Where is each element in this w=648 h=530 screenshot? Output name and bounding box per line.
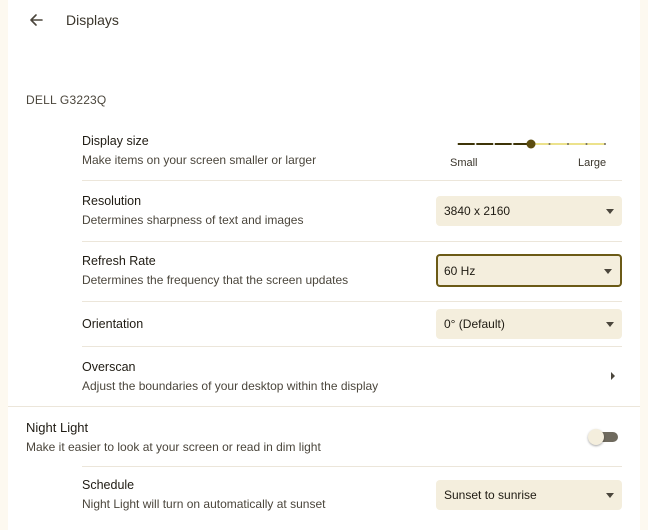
- night-light-subtitle: Make it easier to look at your screen or…: [26, 440, 321, 454]
- settings-panel: Displays DELL G3223Q Display size Make i…: [8, 0, 640, 530]
- divider: [82, 180, 622, 181]
- divider: [82, 241, 622, 242]
- overscan-subtitle: Adjust the boundaries of your desktop wi…: [82, 379, 379, 393]
- divider: [82, 301, 622, 302]
- display-size-subtitle: Make items on your screen smaller or lar…: [82, 153, 317, 167]
- slider-min-label: Small: [450, 157, 478, 169]
- dropdown-caret-icon: [606, 209, 614, 214]
- slider-thumb: [526, 139, 536, 149]
- slider-max-label: Large: [578, 157, 607, 169]
- slider-tick: [548, 143, 551, 145]
- toggle-thumb: [588, 429, 604, 445]
- dropdown-caret-icon: [606, 322, 614, 327]
- schedule-value: Sunset to sunrise: [444, 488, 537, 502]
- night-light-title: Night Light: [26, 420, 89, 435]
- monitor-name: DELL G3223Q: [26, 93, 107, 107]
- refresh-rate-select[interactable]: 60 Hz: [436, 254, 622, 287]
- arrow-back-icon: [30, 14, 43, 26]
- slider-tick: [456, 143, 458, 145]
- dropdown-caret-icon: [604, 268, 612, 274]
- chevron-right-icon[interactable]: [610, 372, 616, 380]
- back-button[interactable]: [26, 10, 46, 30]
- slider-tick: [474, 143, 477, 145]
- display-size-slider[interactable]: [451, 134, 611, 154]
- resolution-value: 3840 x 2160: [444, 204, 511, 218]
- slider-tick: [567, 143, 569, 145]
- section-divider: [8, 406, 640, 407]
- divider: [82, 346, 622, 347]
- slider-tick: [493, 143, 495, 145]
- slider-tick: [511, 143, 514, 145]
- schedule-select[interactable]: Sunset to sunrise: [436, 480, 622, 510]
- slider-tick: [585, 143, 588, 145]
- slider-tick: [604, 143, 606, 145]
- night-light-row: Night Light Make it easier to look at yo…: [26, 420, 321, 454]
- overscan-row[interactable]: Overscan Adjust the boundaries of your d…: [82, 360, 622, 393]
- refresh-rate-value: 60 Hz: [444, 263, 476, 278]
- divider: [82, 466, 622, 467]
- header: Displays: [26, 0, 119, 40]
- resolution-select[interactable]: 3840 x 2160: [436, 196, 622, 226]
- night-light-toggle[interactable]: [588, 429, 620, 445]
- orientation-select[interactable]: 0° (Default): [436, 309, 622, 339]
- orientation-value: 0° (Default): [444, 317, 505, 331]
- page-title: Displays: [66, 12, 119, 28]
- overscan-title: Overscan: [82, 360, 136, 374]
- dropdown-caret-icon: [606, 493, 614, 498]
